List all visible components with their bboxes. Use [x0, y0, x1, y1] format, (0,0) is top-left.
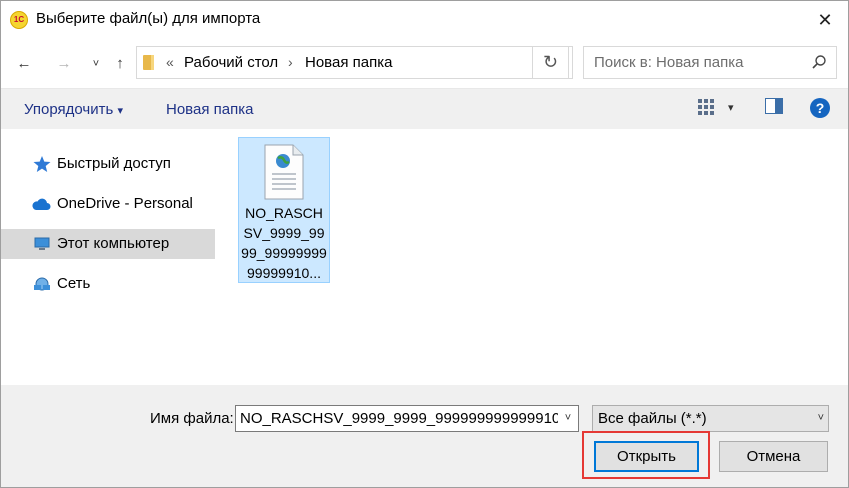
preview-pane-icon[interactable]: [765, 98, 783, 114]
sidebar-item-this-pc[interactable]: Этот компьютер: [1, 229, 215, 259]
svg-text:?: ?: [816, 100, 825, 116]
forward-button[interactable]: →: [53, 53, 75, 75]
search-icon: [812, 55, 826, 69]
recent-locations-button[interactable]: ˅: [85, 53, 107, 75]
address-bar[interactable]: « Рабочий стол › Новая папка ˅: [136, 46, 573, 79]
network-icon: [34, 277, 50, 291]
sidebar-item-label: Этот компьютер: [57, 235, 170, 252]
organize-button[interactable]: Упорядочить ▾: [24, 101, 123, 118]
title-bar: 1С Выберите файл(ы) для импорта ✕: [1, 1, 848, 39]
search-input[interactable]: Поиск в: Новая папка: [583, 46, 837, 79]
file-list: NO_RASCHSV_9999_9999_9999999999999910...: [217, 129, 848, 384]
dialog-title: Выберите файл(ы) для импорта: [36, 10, 261, 27]
file-open-dialog: 1С Выберите файл(ы) для импорта ✕ ← → ˅ …: [0, 0, 849, 488]
file-name: NO_RASCHSV_9999_9999_9999999999999910...: [241, 205, 327, 281]
chevron-down-icon: ˅: [817, 412, 824, 424]
search-placeholder: Поиск в: Новая папка: [594, 54, 744, 71]
web-document-icon: [264, 144, 304, 200]
cloud-icon: [32, 198, 51, 210]
filetype-select[interactable]: Все файлы (*.*) ˅: [592, 405, 829, 432]
back-button[interactable]: ←: [13, 53, 35, 75]
breadcrumb-separator[interactable]: ›: [288, 54, 293, 70]
breadcrumb-desktop[interactable]: Рабочий стол: [184, 54, 278, 71]
view-options-icon[interactable]: [697, 98, 715, 116]
close-button[interactable]: ✕: [802, 1, 848, 39]
sidebar-item-label: Быстрый доступ: [57, 155, 171, 172]
command-toolbar: Упорядочить ▾ Новая папка ▾ ?: [1, 88, 848, 129]
filename-label: Имя файла:: [150, 410, 234, 427]
filename-value: NO_RASCHSV_9999_9999_999999999999910100: [240, 410, 579, 427]
sidebar-item-network[interactable]: Сеть: [1, 269, 215, 299]
up-button[interactable]: ↑: [109, 53, 131, 75]
refresh-button[interactable]: ↻: [532, 46, 569, 79]
folder-icon: [143, 55, 154, 70]
sidebar-item-label: OneDrive - Personal: [57, 195, 193, 212]
breadcrumb-overflow[interactable]: «: [166, 54, 174, 70]
annotation-highlight-frame: [582, 431, 710, 479]
new-folder-button[interactable]: Новая папка: [166, 101, 253, 118]
sidebar-item-onedrive[interactable]: OneDrive - Personal: [1, 189, 215, 219]
computer-icon: [34, 237, 50, 250]
chevron-down-icon: ▾: [117, 105, 123, 117]
view-options-dropdown[interactable]: ▾: [728, 101, 734, 114]
filename-field[interactable]: NO_RASCHSV_9999_9999_999999999999910100 …: [235, 405, 579, 432]
file-selection-footer: Имя файла: NO_RASCHSV_9999_9999_99999999…: [1, 385, 848, 487]
filetype-value: Все файлы (*.*): [598, 410, 707, 427]
star-icon: [33, 156, 51, 172]
breadcrumb-new-folder[interactable]: Новая папка: [305, 54, 392, 71]
help-icon[interactable]: ?: [809, 97, 831, 119]
sidebar-item-quick-access[interactable]: Быстрый доступ: [1, 149, 215, 179]
cancel-button[interactable]: Отмена: [719, 441, 828, 472]
sidebar-item-label: Сеть: [57, 275, 91, 292]
navigation-pane: Быстрый доступ OneDrive - Personal Этот …: [1, 129, 216, 384]
refresh-icon: ↻: [542, 52, 559, 72]
chevron-down-icon[interactable]: ˅: [558, 406, 578, 431]
1c-app-icon: 1С: [10, 11, 28, 29]
file-item[interactable]: NO_RASCHSV_9999_9999_9999999999999910...: [238, 137, 330, 283]
organize-label: Упорядочить: [24, 101, 114, 118]
